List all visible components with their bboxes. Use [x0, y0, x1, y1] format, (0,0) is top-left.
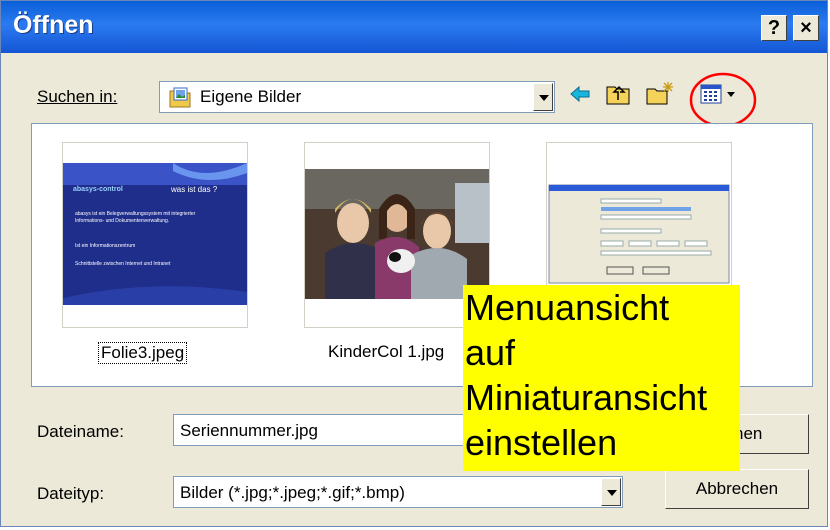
filetype-combo[interactable]: Bilder (*.jpg;*.jpeg;*.gif;*.bmp) [173, 476, 623, 508]
filetype-value: Bilder (*.jpg;*.jpeg;*.gif;*.bmp) [180, 483, 405, 502]
filename-label: Dateiname: [37, 422, 124, 441]
filename-value: Seriennummer.jpg [180, 421, 318, 440]
filetype-label: Dateityp: [37, 484, 105, 503]
open-dialog: Öffnen ? × Suchen in: Eigene Bilder abas… [0, 0, 828, 527]
annotation-line: Menuansicht [465, 287, 670, 328]
slide-heading: was ist das ? [171, 185, 218, 194]
photo-thumbnail-image [305, 169, 489, 299]
highlight-circle [689, 72, 757, 128]
annotation-line: Miniaturansicht [465, 377, 708, 418]
slide-bullet: Ist ein Informationszentrum [75, 243, 136, 249]
slide-brand: abasys-control [73, 186, 123, 193]
slide-bullet: Schnittstelle zwischen Internet und Intr… [75, 261, 171, 267]
file-name-kindercol[interactable]: KinderCol 1.jpg [328, 342, 444, 362]
slide-bullet: abasys ist ein Belegverwaltungssystem mi… [75, 211, 196, 224]
thumbnail-folie3[interactable]: abasys-control was ist das ? abasys ist … [62, 142, 248, 328]
annotation-line: auf [465, 332, 516, 373]
annotation-callout: Menuansicht auf Miniaturansicht einstell… [463, 285, 740, 471]
filetype-dropdown-button[interactable] [601, 478, 621, 506]
annotation-line: einstellen [465, 422, 618, 463]
cancel-button[interactable]: Abbrechen [665, 469, 809, 509]
slide-thumbnail-image [63, 163, 247, 305]
file-name-folie3[interactable]: Folie3.jpeg [98, 342, 188, 364]
